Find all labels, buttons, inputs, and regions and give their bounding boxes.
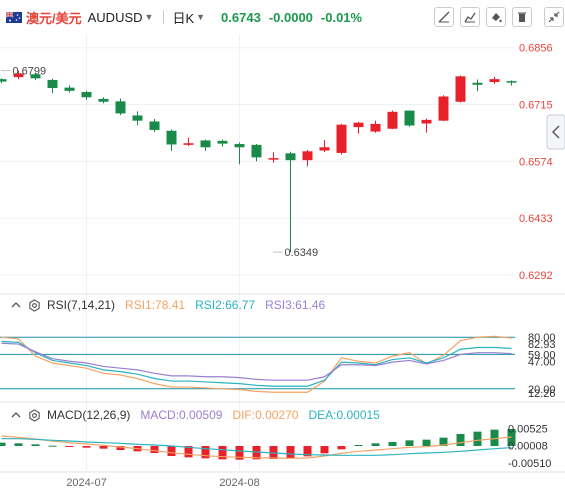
- candle-body: [421, 119, 432, 124]
- candle-body: [234, 144, 245, 148]
- macd-tick-label: 0.00525: [508, 424, 548, 436]
- macd-histogram-bar: [354, 445, 363, 446]
- macd-indicator-name[interactable]: MACD(12,26,9): [47, 408, 130, 422]
- price-tick-label: 0.6433: [519, 213, 553, 225]
- candle-body: [149, 121, 160, 130]
- macd-histogram-bar: [286, 446, 295, 459]
- dea-value: DEA:0.00015: [308, 408, 380, 422]
- candle-body: [438, 96, 449, 121]
- macd-panel: 0.00525 0.00008 -0.00510: [0, 424, 551, 470]
- candle-body: [353, 122, 364, 128]
- dif-value: DIF:0.00270: [232, 408, 299, 422]
- candle-body: [319, 147, 330, 151]
- candle-body: [183, 143, 194, 145]
- macd-histogram-bar: [14, 443, 23, 446]
- candle-body: [455, 76, 466, 102]
- price-tick-label: 0.6574: [519, 156, 553, 168]
- macd-tick-label: -0.00510: [508, 458, 551, 470]
- macd-histogram-bar: [167, 446, 176, 456]
- price-marker-label: 0.6349: [285, 247, 319, 259]
- price-tick-label: 0.6292: [519, 270, 553, 282]
- candle-body: [47, 79, 58, 89]
- macd-panel-header: MACD(12,26,9) MACD:0.00509 DIF:0.00270 D…: [10, 406, 380, 424]
- candle-body: [166, 130, 177, 145]
- macd-histogram-bar: [337, 446, 346, 450]
- candle-body: [0, 79, 7, 82]
- macd-histogram-bar: [99, 446, 108, 449]
- rsi-tick-label: 47.00: [528, 356, 556, 368]
- time-axis: 2024-07 2024-08: [66, 477, 259, 489]
- price-marker-label: 0.6799: [13, 66, 47, 78]
- annotations-layer: 0.6799 0.6349: [1, 66, 319, 259]
- rsi-tick-label: 12.26: [528, 388, 556, 400]
- macd-histogram-bar: [0, 442, 6, 446]
- candle-body: [81, 92, 92, 98]
- macd-histogram-bar: [456, 434, 465, 446]
- price-axis: 0.6856 0.6715 0.6574 0.6433 0.6292: [519, 43, 553, 282]
- rsi-indicator-name[interactable]: RSI(7,14,21): [47, 298, 115, 312]
- candle-body: [472, 82, 483, 85]
- candle-body: [302, 151, 313, 161]
- candle-body: [268, 158, 279, 160]
- macd-histogram-bar: [150, 446, 159, 453]
- macd-value: MACD:0.00509: [140, 408, 223, 422]
- sidebar-toggle-button[interactable]: [546, 114, 565, 150]
- candle-body: [285, 153, 296, 161]
- candle-body: [506, 81, 517, 83]
- macd-histogram-bar: [320, 446, 329, 454]
- settings-icon[interactable]: [28, 298, 41, 312]
- macd-histogram-bar: [82, 446, 91, 448]
- macd-histogram-bar: [371, 443, 380, 446]
- candle-body: [336, 124, 347, 153]
- settings-icon[interactable]: [28, 408, 41, 422]
- hide-panel-icon[interactable]: [10, 299, 22, 311]
- macd-tick-label: 0.00008: [508, 441, 548, 453]
- time-tick-label: 2024-07: [66, 477, 106, 489]
- macd-histogram-bar: [388, 442, 397, 446]
- macd-histogram-bar: [473, 431, 482, 446]
- price-tick-label: 0.6856: [519, 43, 553, 55]
- candle-body: [200, 140, 211, 148]
- macd-histogram-bar: [65, 446, 74, 447]
- macd-histogram-bar: [422, 439, 431, 446]
- candle-body: [251, 144, 262, 158]
- candle-body: [217, 140, 228, 144]
- candle-body: [132, 115, 143, 121]
- candle-body: [64, 87, 75, 91]
- candle-body: [404, 110, 415, 126]
- rsi2-value: RSI2:66.77: [195, 298, 256, 312]
- candle-body: [370, 123, 381, 132]
- collapse-sidebar-handle: [546, 114, 565, 150]
- candle-body: [387, 111, 398, 129]
- candle-body: [489, 79, 500, 82]
- macd-histogram-bar: [31, 444, 40, 446]
- rsi-panel-header: RSI(7,14,21) RSI1:78.41 RSI2:66.77 RSI3:…: [10, 296, 325, 314]
- candle-body: [115, 101, 126, 114]
- hide-panel-icon[interactable]: [10, 409, 22, 421]
- time-tick-label: 2024-08: [219, 477, 259, 489]
- rsi3-value: RSI3:61.46: [265, 298, 326, 312]
- candle-body: [98, 98, 109, 102]
- macd-histogram-bar: [48, 445, 57, 447]
- macd-histogram-bar: [405, 440, 414, 446]
- rsi-series-line: [1, 342, 512, 381]
- rsi-panel: 80.0082.9359.0047.0020.0012.26: [0, 332, 556, 400]
- price-tick-label: 0.6715: [519, 100, 553, 112]
- rsi1-value: RSI1:78.41: [125, 298, 186, 312]
